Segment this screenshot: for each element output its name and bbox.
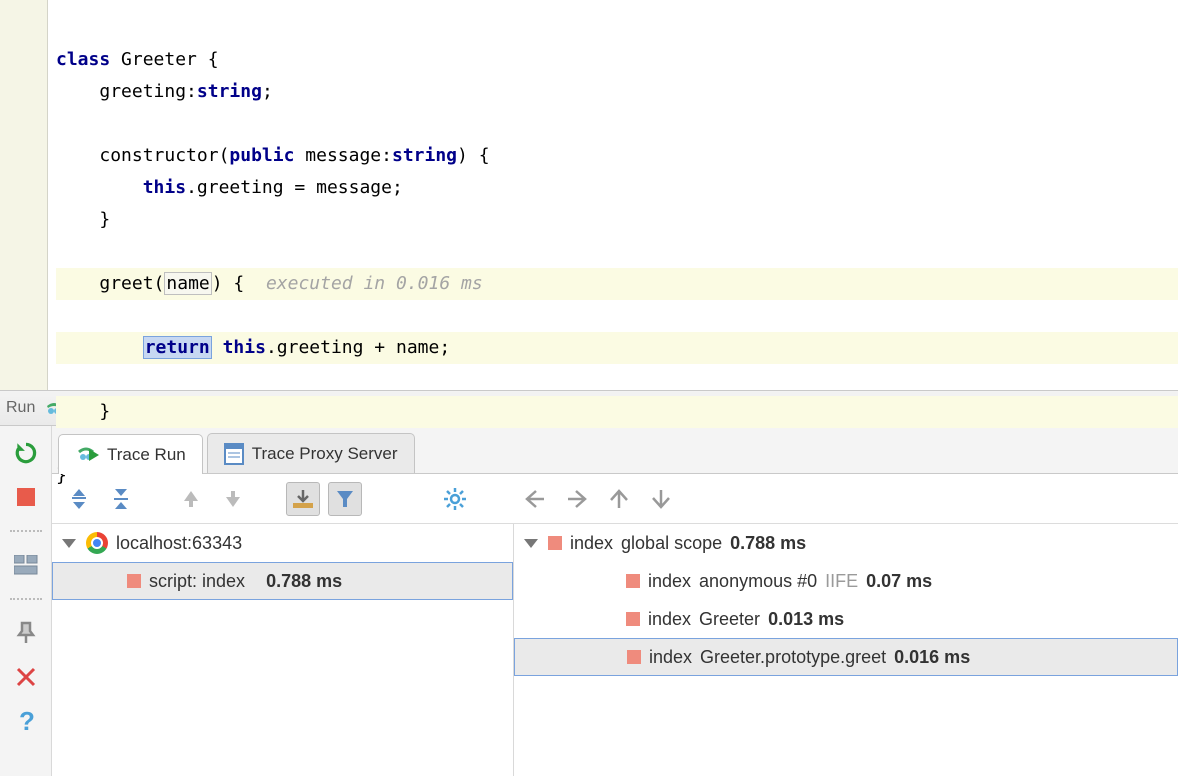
code-text: } [56, 396, 1178, 428]
inline-exec-hint: executed in 0.016 ms [266, 273, 483, 294]
code-text: greeting: [99, 81, 197, 102]
toolbar-separator [10, 598, 42, 600]
tab-label: Trace Run [107, 445, 186, 465]
tree-time: 0.788 ms [730, 533, 806, 554]
spy-run-icon [75, 444, 99, 466]
chrome-icon [86, 532, 108, 554]
trace-marker-icon [127, 574, 141, 588]
code-text: greet( [99, 273, 164, 294]
editor-gutter [0, 0, 48, 390]
code-text [56, 177, 143, 198]
trace-marker-icon [627, 650, 641, 664]
code-text: ; [262, 81, 273, 102]
tree-row-root[interactable]: localhost:63343 [52, 524, 513, 562]
trace-trees: localhost:63343 script: index 0.788 ms i… [52, 524, 1178, 776]
keyword-this: this [223, 337, 266, 358]
svg-text:?: ? [19, 708, 35, 734]
param-name-box: name [164, 272, 211, 295]
pin-icon[interactable] [13, 620, 39, 646]
code-text: ) { [457, 145, 490, 166]
code-text: message: [294, 145, 392, 166]
keyword-type: string [197, 81, 262, 102]
run-label: Run [6, 399, 35, 417]
tree-label: anonymous #0 [699, 571, 817, 592]
trace-tree-right[interactable]: index global scope 0.788 ms index anonym… [514, 524, 1178, 776]
keyword-public: public [229, 145, 294, 166]
code-text [212, 337, 223, 358]
code-content[interactable]: class Greeter { greeting:string; constru… [48, 0, 1178, 390]
tree-time: 0.788 ms [266, 571, 342, 592]
tree-row[interactable]: index Greeter 0.013 ms [514, 600, 1178, 638]
rerun-button[interactable] [13, 440, 39, 466]
keyword-return-selected: return [143, 336, 212, 359]
code-text [56, 273, 99, 294]
tree-time: 0.07 ms [866, 571, 932, 592]
code-text: Greeter { [110, 49, 218, 70]
tree-time: 0.013 ms [768, 609, 844, 630]
tree-label: Greeter [699, 609, 760, 630]
tree-badge: IIFE [825, 571, 858, 592]
tree-label: script: index [149, 571, 245, 592]
tree-label: global scope [621, 533, 722, 554]
tree-row[interactable]: index anonymous #0 IIFE 0.07 ms [514, 562, 1178, 600]
keyword-class: class [56, 49, 110, 70]
layout-icon[interactable] [13, 552, 39, 578]
tree-label: Greeter.prototype.greet [700, 647, 886, 668]
help-button[interactable]: ? [13, 708, 39, 734]
tree-label: index [570, 533, 613, 554]
trace-marker-icon [626, 574, 640, 588]
keyword-type: string [392, 145, 457, 166]
trace-marker-icon [548, 536, 562, 550]
tree-label: index [648, 609, 691, 630]
code-text: constructor( [99, 145, 229, 166]
code-text [56, 337, 143, 358]
tree-row[interactable]: index Greeter.prototype.greet 0.016 ms [514, 638, 1178, 676]
tree-time: 0.016 ms [894, 647, 970, 668]
trace-marker-icon [626, 612, 640, 626]
toolbar-separator [10, 530, 42, 532]
tree-label: localhost:63343 [116, 533, 242, 554]
twisty-down-icon[interactable] [62, 539, 76, 548]
trace-tree-left[interactable]: localhost:63343 script: index 0.788 ms [52, 524, 514, 776]
code-text: } [56, 209, 110, 230]
run-left-toolbar: ? [0, 426, 52, 776]
code-text: .greeting = message; [186, 177, 403, 198]
code-text: .greeting + name; [266, 337, 450, 358]
twisty-down-icon[interactable] [524, 539, 538, 548]
code-text: ) { [212, 273, 266, 294]
tree-row-script[interactable]: script: index 0.788 ms [52, 562, 513, 600]
close-button[interactable] [13, 664, 39, 690]
stop-button[interactable] [13, 484, 39, 510]
keyword-this: this [143, 177, 186, 198]
tree-label: index [648, 571, 691, 592]
code-editor[interactable]: class Greeter { greeting:string; constru… [0, 0, 1178, 390]
tree-row[interactable]: index global scope 0.788 ms [514, 524, 1178, 562]
code-text [56, 145, 99, 166]
tab-trace-run[interactable]: Trace Run [58, 434, 203, 474]
code-text [56, 81, 99, 102]
tree-label: index [649, 647, 692, 668]
